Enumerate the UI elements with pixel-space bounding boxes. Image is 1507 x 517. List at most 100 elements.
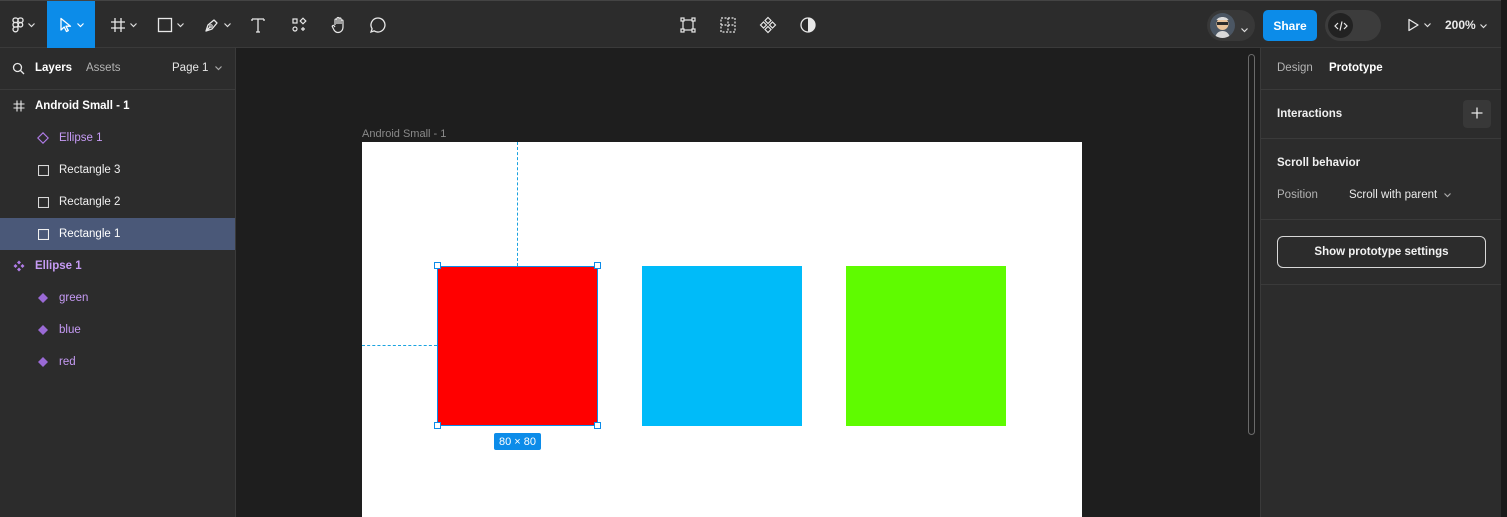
- show-prototype-settings-button[interactable]: Show prototype settings: [1277, 236, 1486, 268]
- layer-rectangle-3[interactable]: Rectangle 3: [0, 154, 235, 186]
- frame-icon: [110, 17, 126, 33]
- play-icon: [1406, 18, 1420, 32]
- scroll-behavior-title: Scroll behavior: [1277, 157, 1361, 169]
- hand-icon: [331, 16, 347, 34]
- layer-label: blue: [59, 324, 81, 336]
- layer-label: Android Small - 1: [35, 100, 130, 112]
- spacing-guide-vertical: [517, 142, 518, 266]
- window-edge: [1501, 0, 1507, 517]
- mask-button[interactable]: [795, 1, 821, 49]
- selection-box: [437, 266, 598, 426]
- present-button[interactable]: [1400, 1, 1436, 49]
- layer-variant-green[interactable]: green: [0, 282, 235, 314]
- layer-label: Ellipse 1: [35, 260, 82, 272]
- rectangle-3[interactable]: [846, 266, 1006, 426]
- edit-object-icon: [679, 16, 697, 34]
- layer-label: Rectangle 1: [59, 228, 121, 240]
- cursor-icon: [59, 17, 73, 33]
- edit-object-button[interactable]: [675, 1, 701, 49]
- interactions-title: Interactions: [1277, 108, 1343, 120]
- tab-layers[interactable]: Layers: [35, 62, 72, 74]
- layer-variant-blue[interactable]: blue: [0, 314, 235, 346]
- layers-panel-header: Layers Assets Page 1: [0, 48, 235, 90]
- layer-label: Rectangle 2: [59, 196, 121, 208]
- component-icon: [759, 16, 777, 34]
- hand-tool-button[interactable]: [326, 1, 352, 49]
- rectangle-2[interactable]: [642, 266, 802, 426]
- position-label: Position: [1277, 189, 1318, 201]
- auto-layout-button[interactable]: [715, 1, 741, 49]
- resize-handle-top-left[interactable]: [434, 262, 441, 269]
- dimensions-badge: 80 × 80: [494, 433, 541, 450]
- add-interaction-button[interactable]: [1463, 100, 1491, 128]
- resize-handle-bottom-left[interactable]: [434, 422, 441, 429]
- create-component-button[interactable]: [755, 1, 781, 49]
- shape-tool-button[interactable]: [151, 1, 189, 49]
- component-variant-icon: [36, 291, 50, 305]
- page-selector[interactable]: Page 1: [172, 62, 222, 74]
- main-menu-button[interactable]: [4, 1, 42, 49]
- layer-label: green: [59, 292, 89, 304]
- resources-button[interactable]: [286, 1, 312, 49]
- spacing-guide-horizontal: [362, 345, 437, 346]
- page-label: Page 1: [172, 62, 209, 74]
- rectangle-icon: [36, 163, 50, 177]
- chevron-down-icon: [1423, 22, 1431, 28]
- layers-panel: Layers Assets Page 1 Android Small - 1 E…: [0, 48, 236, 517]
- layer-label: red: [59, 356, 76, 368]
- layer-variant-red[interactable]: red: [0, 346, 235, 378]
- zoom-control[interactable]: 200%: [1445, 1, 1487, 49]
- chevron-down-icon: [214, 62, 222, 74]
- dev-mode-toggle[interactable]: [1325, 10, 1381, 41]
- chevron-down-icon: [1241, 22, 1248, 36]
- figma-logo-icon: [11, 17, 24, 33]
- text-tool-button[interactable]: [245, 1, 271, 49]
- rectangle-icon: [36, 227, 50, 241]
- rectangle-icon: [157, 17, 173, 33]
- plus-icon: [1471, 107, 1483, 122]
- tab-prototype[interactable]: Prototype: [1329, 62, 1383, 74]
- resources-icon: [291, 17, 307, 33]
- chevron-down-icon: [129, 22, 137, 28]
- properties-tabs: Design Prototype: [1261, 48, 1501, 90]
- position-value: Scroll with parent: [1349, 189, 1438, 201]
- text-icon: [251, 17, 265, 33]
- chevron-down-icon: [1479, 18, 1487, 32]
- layer-ellipse-component-set[interactable]: Ellipse 1: [0, 250, 235, 282]
- chevron-down-icon: [176, 22, 184, 28]
- pen-tool-button[interactable]: [198, 1, 236, 49]
- frame-icon: [12, 99, 26, 113]
- layer-frame-android-small[interactable]: Android Small - 1: [0, 90, 235, 122]
- tab-design[interactable]: Design: [1277, 62, 1313, 74]
- user-menu[interactable]: [1207, 10, 1255, 41]
- resize-handle-top-right[interactable]: [594, 262, 601, 269]
- interactions-section: Interactions: [1261, 90, 1501, 139]
- move-tool-button[interactable]: [47, 1, 95, 49]
- layer-ellipse-instance[interactable]: Ellipse 1: [0, 122, 235, 154]
- prototype-settings-section: Show prototype settings: [1261, 220, 1501, 285]
- position-dropdown[interactable]: Scroll with parent: [1349, 189, 1452, 201]
- chevron-down-icon: [76, 22, 84, 28]
- pen-icon: [204, 17, 220, 33]
- vertical-scrollbar[interactable]: [1248, 54, 1255, 435]
- zoom-level: 200%: [1445, 18, 1476, 32]
- layer-rectangle-2[interactable]: Rectangle 2: [0, 186, 235, 218]
- tab-assets[interactable]: Assets: [86, 62, 121, 74]
- scroll-behavior-section: Scroll behavior Position Scroll with par…: [1261, 139, 1501, 220]
- component-variant-icon: [36, 355, 50, 369]
- share-button[interactable]: Share: [1263, 10, 1317, 41]
- layer-rectangle-1[interactable]: Rectangle 1: [0, 218, 235, 250]
- rectangle-icon: [36, 195, 50, 209]
- toolbar: Share 200%: [0, 0, 1507, 49]
- contrast-icon: [799, 16, 817, 34]
- resize-handle-bottom-right[interactable]: [594, 422, 601, 429]
- component-variant-icon: [36, 323, 50, 337]
- frame-tool-button[interactable]: [104, 1, 142, 49]
- avatar: [1210, 13, 1235, 38]
- search-icon[interactable]: [12, 62, 25, 78]
- chevron-down-icon: [27, 22, 35, 28]
- layer-label: Ellipse 1: [59, 132, 103, 144]
- comment-tool-button[interactable]: [365, 1, 391, 49]
- canvas[interactable]: Android Small - 1 80 × 80: [236, 48, 1260, 517]
- frame-label[interactable]: Android Small - 1: [362, 128, 446, 140]
